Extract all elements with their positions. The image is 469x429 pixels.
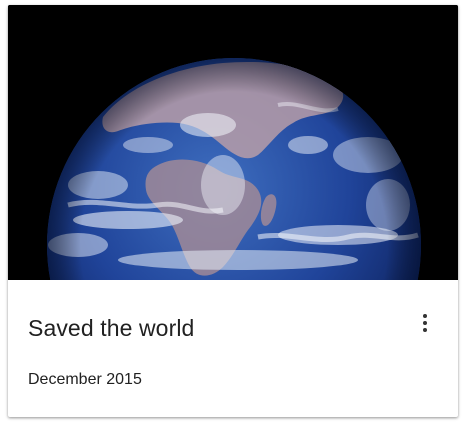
card-subtitle-date: December 2015 bbox=[28, 371, 142, 388]
card: Saved the world December 2015 bbox=[8, 5, 458, 417]
more-vert-icon bbox=[423, 313, 427, 334]
card-title: Saved the world bbox=[28, 315, 195, 341]
card-media bbox=[8, 5, 458, 280]
earth-photo-icon bbox=[8, 5, 458, 280]
more-options-button[interactable] bbox=[409, 303, 441, 343]
